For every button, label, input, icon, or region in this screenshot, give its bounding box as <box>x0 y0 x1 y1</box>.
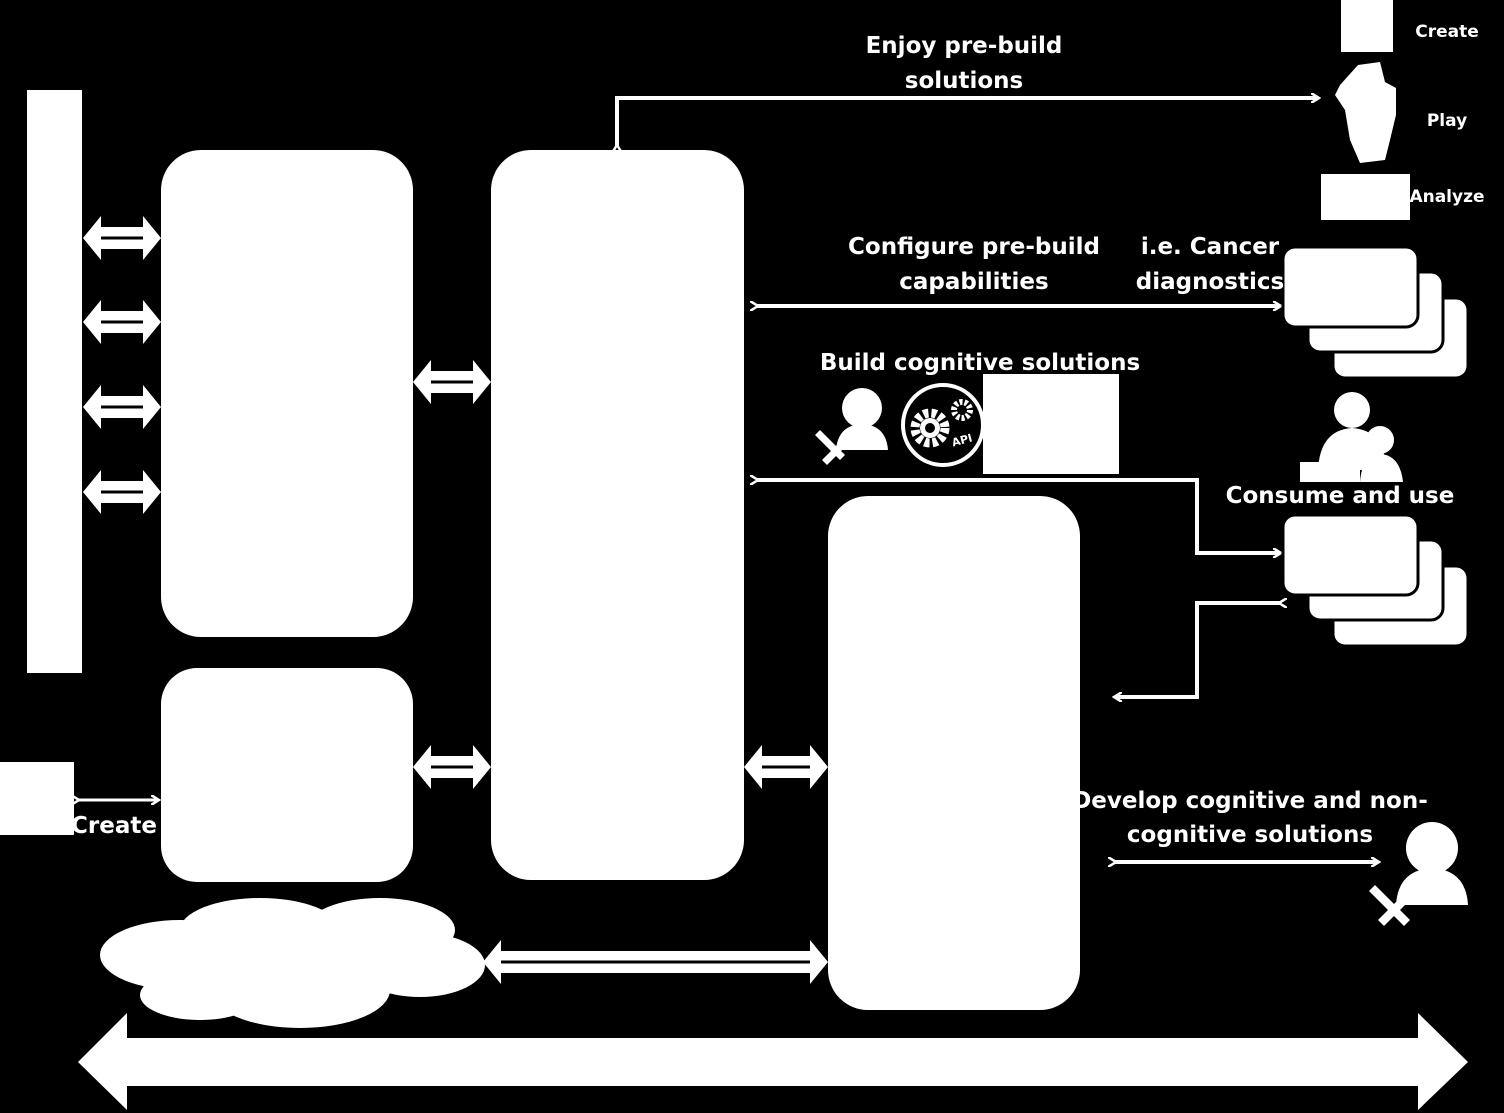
configure-label-line2: capabilities <box>899 269 1048 295</box>
enjoy-arrow <box>617 98 1318 146</box>
consume-arrow <box>1115 603 1280 697</box>
build-label: Build cognitive solutions <box>820 350 1140 376</box>
enjoy-label-line1: Enjoy pre-build <box>866 33 1063 59</box>
consume-label: Consume and use <box>1226 483 1455 509</box>
play-figure-icon <box>1335 62 1396 163</box>
left-vertical-bar <box>27 90 82 673</box>
users-group-icon <box>1300 392 1403 482</box>
cancer-label-line1: i.e. Cancer <box>1141 234 1280 260</box>
developer-icon-large <box>1369 822 1468 926</box>
create-source-box <box>0 762 74 835</box>
play-label: Play <box>1427 111 1467 131</box>
enjoy-label-line2: solutions <box>905 68 1024 94</box>
develop-label-line2: cognitive solutions <box>1127 822 1373 848</box>
cloud-shape <box>100 898 485 1028</box>
developer-icon <box>815 388 888 465</box>
create-label-top: Create <box>1415 22 1479 42</box>
block-upper-left <box>161 150 413 637</box>
stacked-cards-consume <box>1281 513 1470 648</box>
create-image <box>1341 0 1393 52</box>
configure-label-line1: Configure pre-build <box>848 234 1100 260</box>
api-label: API <box>950 431 973 449</box>
api-gears-icon: API <box>901 383 985 467</box>
cancer-label-line2: diagnostics <box>1136 269 1284 295</box>
build-image <box>983 374 1119 474</box>
create-label-left: Create <box>71 813 157 839</box>
analyze-label: Analyze <box>1409 187 1484 207</box>
block-right <box>828 496 1080 1010</box>
block-center <box>491 150 744 880</box>
block-lower-left <box>161 668 413 882</box>
stacked-cards-diagnostics <box>1281 245 1470 380</box>
architecture-diagram: API Enjoy pre-build solutions Create Pla… <box>0 0 1485 1110</box>
analyze-image <box>1321 174 1410 220</box>
develop-label-line1: Develop cognitive and non- <box>1072 788 1428 814</box>
